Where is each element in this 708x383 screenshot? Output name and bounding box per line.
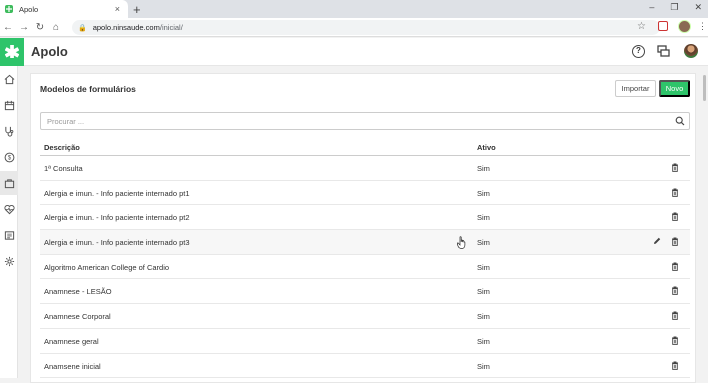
browser-toolbar: ← → ↻ ⌂ 🔒 apolo.ninsaude.com/inicial/ ☆ [0, 18, 708, 37]
tab-title: Apolo [19, 4, 39, 14]
table-row[interactable]: Anamnese geral Sim [40, 329, 690, 354]
forward-icon[interactable]: → [16, 22, 32, 33]
column-header-ativo[interactable]: Ativo [477, 143, 496, 152]
sidebar-item-home[interactable] [0, 67, 18, 91]
cell-ativo: Sim [477, 262, 490, 272]
table-row[interactable]: Anamnese Corporal Sim [40, 304, 690, 329]
url-host: apolo.ninsaude.com [92, 23, 160, 32]
delete-icon[interactable] [671, 237, 679, 246]
sidebar-item-agenda[interactable] [0, 93, 18, 117]
extension-icon[interactable] [658, 21, 668, 31]
app-header: Apolo ? [0, 38, 708, 66]
cell-descricao: Anamnese geral [44, 336, 99, 346]
minimize-button[interactable]: – [649, 2, 654, 13]
cell-descricao: Algoritmo American College of Cardio [44, 262, 170, 272]
table-row[interactable]: 1ª Consulta Sim [40, 156, 690, 181]
page-title: Modelos de formulários [40, 84, 136, 94]
logo-icon[interactable] [0, 38, 24, 66]
browser-tab[interactable]: Apolo × [0, 0, 128, 18]
browser-tab-bar: Apolo × + – ❐ ✕ [0, 0, 708, 18]
search-box [40, 112, 690, 130]
cell-ativo: Sim [477, 287, 490, 297]
delete-icon[interactable] [671, 188, 679, 197]
cell-descricao: Anamsene inicial [44, 361, 101, 371]
maximize-button[interactable]: ❐ [670, 2, 678, 13]
new-button[interactable]: Novo [659, 80, 690, 97]
cell-descricao: Alergia e imun. - Info paciente internad… [44, 188, 190, 198]
edit-icon[interactable] [653, 237, 661, 245]
sidebar-item-relatorios[interactable] [0, 223, 18, 247]
reload-icon[interactable]: ↻ [32, 22, 48, 33]
cell-ativo: Sim [477, 213, 490, 223]
search-icon[interactable] [675, 116, 685, 126]
import-button[interactable]: Importar [615, 80, 656, 97]
table-row[interactable]: Alergia e imun. - Info paciente internad… [40, 181, 690, 206]
table-row[interactable]: Algoritmo American College of Cardio Sim [40, 255, 690, 280]
column-header-descricao[interactable]: Descrição [44, 143, 80, 152]
settings-icon [4, 256, 14, 266]
bookmark-star-icon[interactable]: ☆ [637, 21, 646, 32]
delete-icon[interactable] [671, 336, 679, 345]
svg-text:$: $ [7, 155, 11, 161]
delete-icon[interactable] [671, 361, 679, 370]
sidebar-item-cadastros[interactable] [0, 171, 18, 195]
sidebar-item-saude[interactable] [0, 197, 18, 221]
close-window-button[interactable]: ✕ [694, 2, 702, 13]
url-path: /inicial/ [159, 23, 183, 32]
cell-ativo: Sim [477, 188, 490, 198]
hand-cursor-icon [457, 236, 466, 249]
delete-icon[interactable] [671, 286, 679, 296]
cell-descricao: Anamnese Corporal [44, 312, 111, 322]
delete-icon[interactable] [671, 212, 679, 222]
cell-ativo: Sim [477, 164, 490, 173]
cell-ativo: Sim [477, 361, 490, 371]
heart-pulse-icon [3, 204, 15, 214]
sidebar-item-financeiro[interactable]: $ [0, 145, 18, 169]
tab-close-icon[interactable]: × [115, 4, 120, 14]
home-icon [4, 74, 14, 84]
table-body: 1ª Consulta Sim Alergia e imun. - Info pac… [40, 156, 690, 379]
table-row[interactable]: Alergia e imun. - Info paciente internad… [40, 230, 690, 255]
cell-descricao: Anamnese - LESÃO [44, 287, 112, 297]
user-avatar[interactable] [684, 44, 698, 58]
cell-descricao: 1ª Consulta [44, 164, 83, 173]
app-brand: Apolo [31, 44, 68, 59]
table-row[interactable]: Anamsene inicial Sim [40, 354, 690, 379]
forms-card: Modelos de formulários Importar Novo Des… [30, 73, 696, 383]
browser-profile-avatar[interactable] [678, 20, 691, 33]
delete-icon[interactable] [671, 311, 679, 320]
report-icon [4, 230, 14, 240]
address-bar[interactable]: 🔒 apolo.ninsaude.com/inicial/ ☆ [72, 20, 660, 35]
cell-ativo: Sim [477, 336, 490, 346]
briefcase-icon [4, 178, 14, 188]
cell-descricao: Alergia e imun. - Info paciente internad… [44, 238, 190, 248]
back-icon[interactable]: ← [0, 22, 16, 33]
calendar-icon [4, 100, 14, 110]
apolo-favicon-icon [5, 5, 13, 13]
stethoscope-icon [4, 126, 13, 137]
search-input[interactable] [47, 116, 657, 127]
chat-icon[interactable] [657, 45, 670, 58]
sidebar: $ [0, 66, 18, 378]
dollar-icon: $ [4, 152, 14, 162]
cell-ativo: Sim [477, 312, 490, 322]
delete-icon[interactable] [671, 163, 679, 172]
browser-menu-icon[interactable]: ⋮ [698, 21, 707, 32]
delete-icon[interactable] [671, 262, 679, 271]
home-browser-icon[interactable]: ⌂ [48, 22, 64, 33]
table-header: Descrição Ativo [40, 139, 690, 156]
sidebar-item-configuracoes[interactable] [0, 249, 18, 273]
help-icon[interactable]: ? [632, 45, 645, 58]
new-tab-button[interactable]: + [133, 2, 141, 17]
cell-ativo: Sim [477, 238, 490, 248]
page-scrollbar[interactable] [703, 75, 706, 101]
cell-descricao: Alergia e imun. - Info paciente internad… [44, 213, 190, 223]
lock-icon: 🔒 [78, 24, 87, 32]
sidebar-item-atendimento[interactable] [0, 119, 18, 143]
table-row[interactable]: Alergia e imun. - Info paciente internad… [40, 205, 690, 231]
table-row[interactable]: Anamnese - LESÃO Sim [40, 279, 690, 305]
